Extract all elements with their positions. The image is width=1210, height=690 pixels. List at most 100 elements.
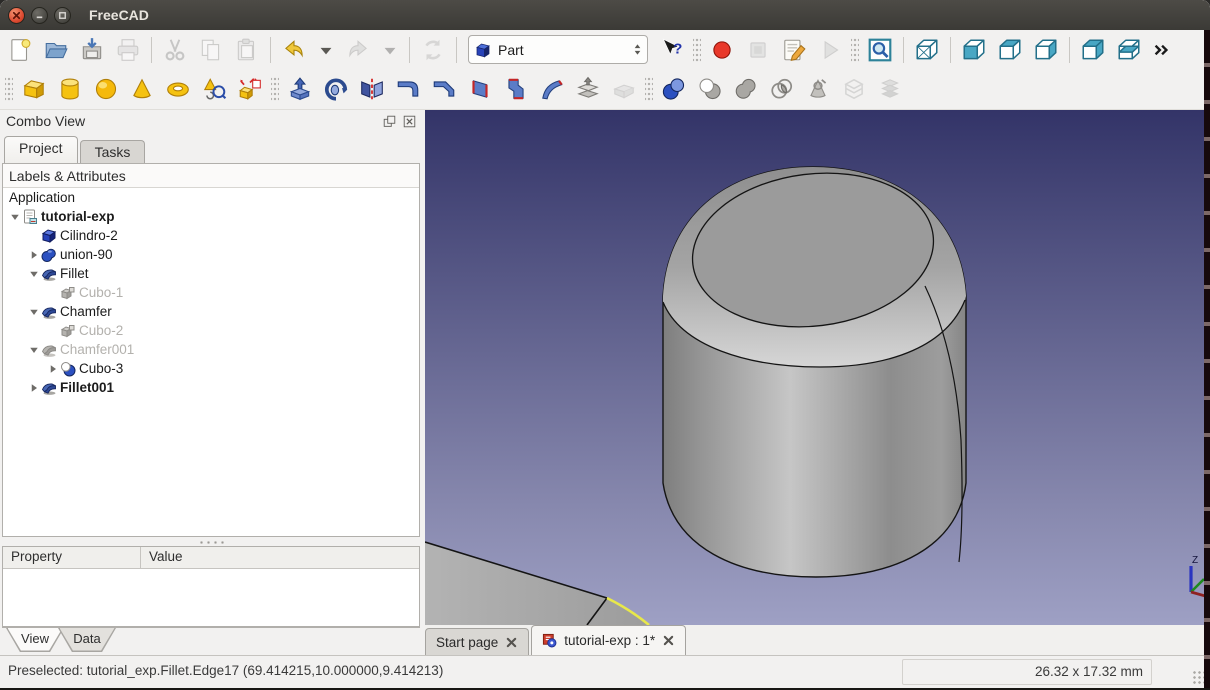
fillet-blue-icon <box>41 304 57 320</box>
view-front-button[interactable] <box>957 34 991 66</box>
close-tab-button[interactable] <box>662 634 675 647</box>
tab-project[interactable]: Project <box>4 136 78 163</box>
part-shape-builder-button[interactable] <box>233 73 267 105</box>
value-column-header[interactable]: Value <box>141 547 183 568</box>
part-fillet-button[interactable] <box>391 73 425 105</box>
part-thickness-button[interactable] <box>607 73 641 105</box>
tree-item-cubo-1[interactable]: Cubo-1 <box>3 283 419 302</box>
expander-open[interactable] <box>26 268 41 280</box>
redo-menu-button[interactable] <box>377 34 403 66</box>
part-primitives-button[interactable] <box>197 73 231 105</box>
open-file-button[interactable] <box>39 34 73 66</box>
panel-splitter[interactable] <box>2 538 420 546</box>
macro-record-button[interactable] <box>705 34 739 66</box>
part-loft-button[interactable] <box>499 73 533 105</box>
view-top-button[interactable] <box>993 34 1027 66</box>
3d-scene[interactable]: Z Y X <box>425 110 1205 625</box>
workbench-selector[interactable]: Part <box>468 35 648 64</box>
view-bottom-button[interactable] <box>1112 34 1146 66</box>
revolve-icon <box>323 76 349 102</box>
expander-open[interactable] <box>7 211 22 223</box>
tree-item-chamfer[interactable]: Chamfer <box>3 302 419 321</box>
document-tab-tutorial-exp-1-[interactable]: tutorial-exp : 1* <box>531 625 686 655</box>
freecad-doc-icon <box>542 633 557 648</box>
toolbar-handle[interactable] <box>693 38 701 62</box>
window-close-button[interactable] <box>8 7 25 24</box>
expander-closed[interactable] <box>45 363 60 375</box>
part-offset-button[interactable] <box>571 73 605 105</box>
tab-view[interactable]: View <box>6 628 64 652</box>
macro-play-button[interactable] <box>813 34 847 66</box>
window-minimize-button[interactable] <box>31 7 48 24</box>
toolbar-handle[interactable] <box>851 38 859 62</box>
part-ruled-surface-button[interactable] <box>463 73 497 105</box>
part-boolean-button[interactable] <box>657 73 691 105</box>
part-cut-button[interactable] <box>693 73 727 105</box>
undo-button[interactable] <box>277 34 311 66</box>
toolbar-separator <box>950 37 951 63</box>
chevron-right-icon <box>47 363 59 375</box>
expander-closed[interactable] <box>26 249 41 261</box>
copy-button[interactable] <box>194 34 228 66</box>
tree-item-fillet[interactable]: Fillet <box>3 264 419 283</box>
macro-stop-button[interactable] <box>741 34 775 66</box>
redo-button[interactable] <box>341 34 375 66</box>
document-tab-start-page[interactable]: Start page <box>425 628 529 655</box>
tree-item-fillet001[interactable]: Fillet001 <box>3 378 419 397</box>
tree-item-union-90[interactable]: union-90 <box>3 245 419 264</box>
toolbar-handle[interactable] <box>271 77 279 101</box>
window-maximize-button[interactable] <box>54 7 71 24</box>
cut-icon <box>162 37 188 63</box>
expander-open[interactable] <box>26 306 41 318</box>
save-file-button[interactable] <box>75 34 109 66</box>
panel-float-button[interactable] <box>382 114 397 129</box>
toolbar-handle[interactable] <box>5 77 13 101</box>
undo-menu-button[interactable] <box>313 34 339 66</box>
view-axonometric-button[interactable] <box>910 34 944 66</box>
print-button[interactable] <box>111 34 145 66</box>
expander-closed[interactable] <box>26 382 41 394</box>
part-extrude-button[interactable] <box>283 73 317 105</box>
part-cross-sections-button[interactable] <box>837 73 871 105</box>
part-cross-section-button[interactable] <box>801 73 835 105</box>
part-sweep-button[interactable] <box>535 73 569 105</box>
cut-button[interactable] <box>158 34 192 66</box>
view-right-button[interactable] <box>1029 34 1063 66</box>
toolbar-overflow-button[interactable] <box>1148 34 1174 66</box>
part-cylinder-button[interactable] <box>53 73 87 105</box>
combo-view-panel: Combo View ProjectTasks Labels & Attribu… <box>0 110 425 655</box>
part-sphere-button[interactable] <box>89 73 123 105</box>
tree-item-chamfer001[interactable]: Chamfer001 <box>3 340 419 359</box>
toolbar-handle[interactable] <box>645 77 653 101</box>
close-tab-button[interactable] <box>505 636 518 649</box>
part-cone-button[interactable] <box>125 73 159 105</box>
part-mirror-button[interactable] <box>355 73 389 105</box>
paste-button[interactable] <box>230 34 264 66</box>
tree-item-application[interactable]: Application <box>3 188 419 207</box>
panel-close-button[interactable] <box>402 114 417 129</box>
view-fit-all-button[interactable] <box>863 34 897 66</box>
part-intersection-button[interactable] <box>765 73 799 105</box>
property-column-header[interactable]: Property <box>3 547 141 568</box>
part-union-button[interactable] <box>729 73 763 105</box>
whats-this-button[interactable]: ? <box>655 34 689 66</box>
tree-item-cubo-2[interactable]: Cubo-2 <box>3 321 419 340</box>
part-revolve-button[interactable] <box>319 73 353 105</box>
mirror-icon <box>359 76 385 102</box>
tree-item-cubo-3[interactable]: Cubo-3 <box>3 359 419 378</box>
filleted-cylinder[interactable] <box>663 160 966 577</box>
tree-item-tutorial-exp[interactable]: tutorial-exp <box>3 207 419 226</box>
expander-open[interactable] <box>26 344 41 356</box>
part-chamfer-button[interactable] <box>427 73 461 105</box>
3d-viewport[interactable]: Z Y X Start pagetutorial-exp : 1* <box>425 110 1205 655</box>
part-box-button[interactable] <box>17 73 51 105</box>
macro-edit-button[interactable] <box>777 34 811 66</box>
part-torus-button[interactable] <box>161 73 195 105</box>
tree-item-cilindro-2[interactable]: Cilindro-2 <box>3 226 419 245</box>
refresh-button[interactable] <box>416 34 450 66</box>
part-compound-button[interactable] <box>873 73 907 105</box>
tab-tasks[interactable]: Tasks <box>80 140 146 163</box>
new-file-button[interactable] <box>3 34 37 66</box>
tab-data[interactable]: Data <box>58 628 116 652</box>
view-rear-button[interactable] <box>1076 34 1110 66</box>
